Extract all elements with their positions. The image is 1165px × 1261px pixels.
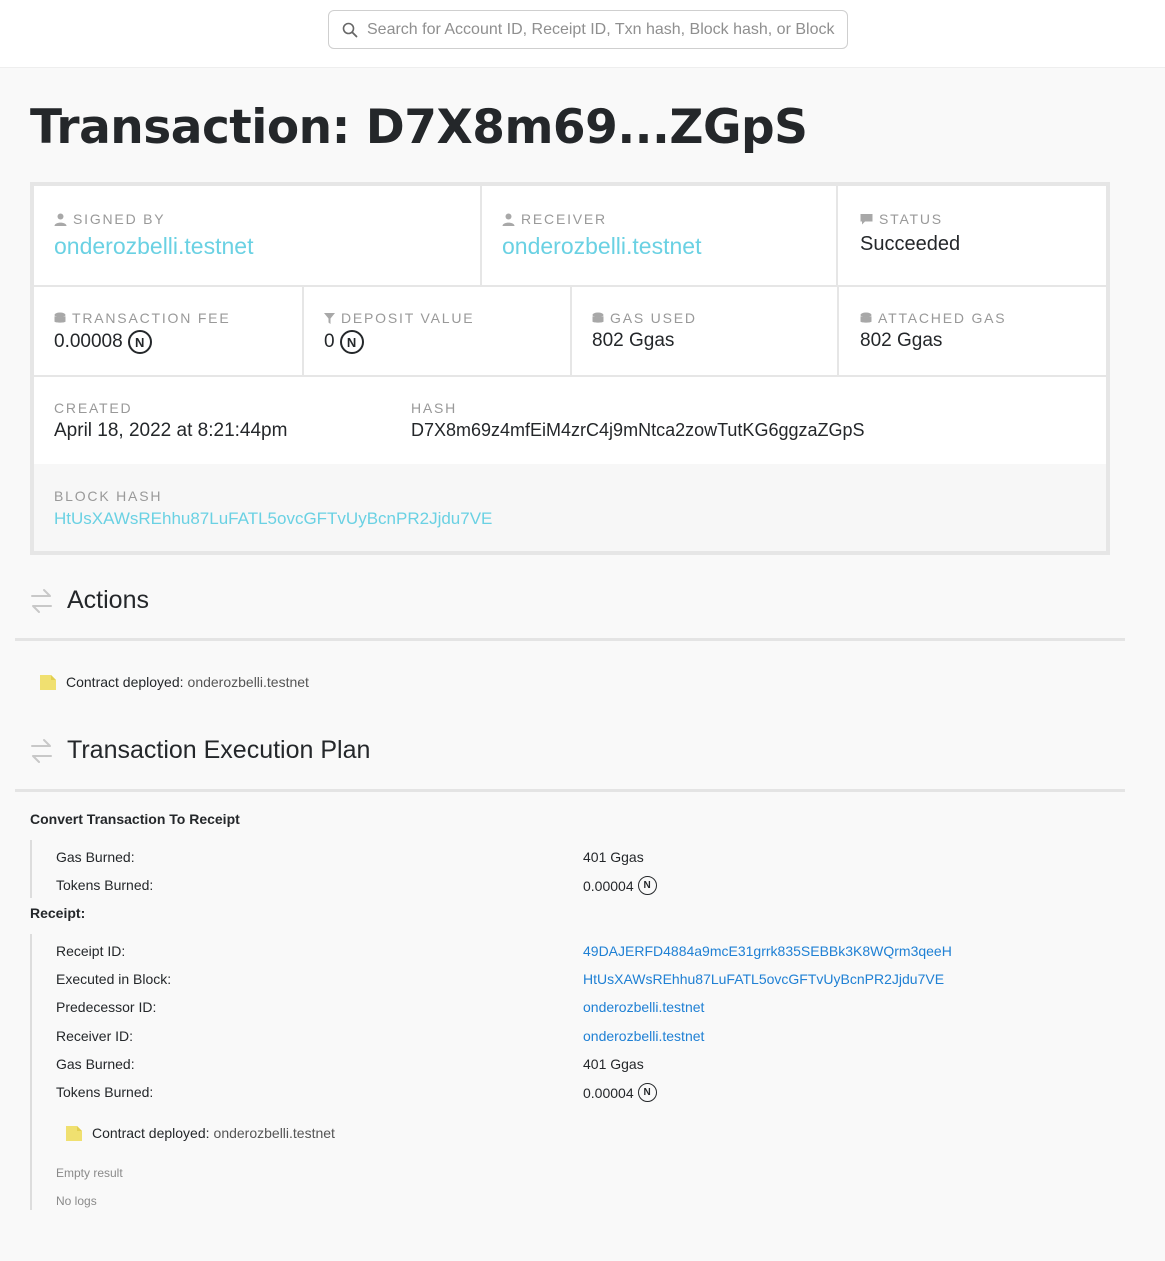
gas-used-label-text: Gas Used — [610, 310, 697, 326]
coins-icon — [54, 312, 66, 323]
filter-icon — [324, 312, 335, 324]
created-value: April 18, 2022 at 8:21:44pm — [54, 420, 288, 441]
attached-gas-label-text: Attached Gas — [878, 310, 1007, 326]
coins-icon — [860, 312, 872, 323]
convert-tokens-burned-value: 0.00004 N — [583, 876, 657, 895]
deposit-value-amount: 0 — [324, 331, 335, 352]
receipt-tokens-burned-value: 0.00004 N — [583, 1083, 657, 1102]
receipt-gas-burned-value: 401 Ggas — [583, 1056, 644, 1072]
status-value: Succeeded — [860, 233, 961, 255]
user-icon — [502, 213, 515, 226]
receiver-id-link[interactable]: onderozbelli.testnet — [583, 1028, 704, 1044]
receipt-tokens-burned-amount: 0.00004 — [583, 1084, 634, 1101]
deposit-value-label: Deposit Value — [324, 310, 474, 326]
execution-plan-title: Transaction Execution Plan — [67, 736, 371, 764]
receiver-id-key: Receiver ID: — [56, 1028, 134, 1044]
deposit-value-label-text: Deposit Value — [341, 310, 475, 326]
receipt-id-key: Receipt ID: — [56, 943, 126, 959]
action-item: Contract deployed: onderozbelli.testnet — [40, 674, 309, 690]
actions-header: Actions — [30, 586, 149, 615]
convert-indent-bar — [30, 840, 32, 898]
block-hash-label: Block Hash — [54, 488, 163, 504]
receipt-logs: No logs — [56, 1194, 97, 1208]
execution-plan-header: Transaction Execution Plan — [30, 736, 370, 765]
receiver-link[interactable]: onderozbelli.testnet — [502, 233, 701, 260]
executed-in-block-link[interactable]: HtUsXAWsREhhu87LuFATL5ovcGFTvUyBcnPR2Jjd… — [583, 971, 944, 987]
file-icon — [66, 1126, 82, 1141]
receipt-tokens-burned-key: Tokens Burned: — [56, 1084, 154, 1100]
convert-tokens-burned-key: Tokens Burned: — [56, 877, 154, 893]
action-account: onderozbelli.testnet — [187, 674, 309, 690]
transaction-fee-label: Transaction Fee — [54, 310, 230, 326]
signed-by-label: Signed by — [54, 211, 165, 227]
predecessor-id-key: Predecessor ID: — [56, 999, 157, 1015]
transaction-summary-card: Signed by onderozbelli.testnet Receiver … — [30, 182, 1110, 555]
near-icon: N — [127, 330, 152, 354]
executed-in-block-key: Executed in Block: — [56, 971, 172, 987]
signed-by-label-text: Signed by — [73, 211, 166, 227]
comment-icon — [860, 213, 873, 224]
receiver-label-text: Receiver — [521, 211, 607, 227]
block-hash-link[interactable]: HtUsXAWsREhhu87LuFATL5ovcGFTvUyBcnPR2Jjd… — [54, 509, 492, 529]
convert-tokens-burned-amount: 0.00004 — [583, 877, 634, 894]
near-icon: N — [637, 1083, 657, 1102]
attached-gas-value: 802 Ggas — [860, 330, 943, 351]
predecessor-id-link[interactable]: onderozbelli.testnet — [583, 999, 704, 1015]
receipt-action-account: onderozbelli.testnet — [213, 1125, 335, 1141]
gas-used-value: 802 Ggas — [592, 330, 675, 351]
hash-label: Hash — [411, 400, 458, 416]
near-icon: N — [637, 876, 657, 895]
transaction-fee-value: 0.00008 N — [54, 330, 152, 354]
receipt-id-link[interactable]: 49DAJERFD4884a9mcE31grrk835SEBBk3K8WQrm3… — [583, 943, 952, 959]
convert-heading: Convert Transaction To Receipt — [30, 811, 240, 827]
status-label-text: Status — [879, 211, 943, 227]
convert-gas-burned-key: Gas Burned: — [56, 849, 135, 865]
block-hash-section — [34, 464, 1106, 551]
receipt-result: Empty result — [56, 1166, 123, 1180]
page-title: Transaction: D7X8m69...ZGpS — [30, 100, 808, 155]
hash-value: D7X8m69z4mfEiM4zrC4j9mNtca2zowTutKG6ggza… — [411, 420, 865, 440]
receipt-indent-bar — [30, 934, 32, 1210]
user-icon — [54, 213, 67, 226]
top-bar — [0, 0, 1165, 68]
search-input[interactable] — [367, 11, 839, 48]
receipt-gas-burned-key: Gas Burned: — [56, 1056, 135, 1072]
coins-icon — [592, 312, 604, 323]
file-icon — [40, 675, 56, 690]
receiver-label: Receiver — [502, 211, 607, 227]
receipt-action-label: Contract deployed: — [92, 1125, 210, 1141]
transaction-fee-label-text: Transaction Fee — [72, 310, 231, 326]
actions-title: Actions — [67, 586, 149, 614]
actions-divider — [15, 638, 1125, 641]
receipt-heading: Receipt: — [30, 905, 86, 921]
attached-gas-label: Attached Gas — [860, 310, 1006, 326]
convert-gas-burned-value: 401 Ggas — [583, 849, 644, 865]
transaction-fee-amount: 0.00008 — [54, 331, 123, 352]
near-icon: N — [339, 330, 364, 354]
search-box[interactable] — [328, 10, 848, 49]
deposit-value-value: 0 N — [324, 330, 364, 354]
exchange-arrows-icon — [31, 738, 52, 763]
exchange-arrows-icon — [31, 588, 52, 613]
signed-by-link[interactable]: onderozbelli.testnet — [54, 233, 253, 260]
action-label: Contract deployed: — [66, 674, 184, 690]
created-label: Created — [54, 400, 133, 416]
receipt-action-item: Contract deployed: onderozbelli.testnet — [66, 1125, 335, 1141]
execution-plan-divider — [15, 789, 1125, 792]
search-icon — [342, 22, 358, 38]
status-label: Status — [860, 211, 943, 227]
gas-used-label: Gas Used — [592, 310, 697, 326]
